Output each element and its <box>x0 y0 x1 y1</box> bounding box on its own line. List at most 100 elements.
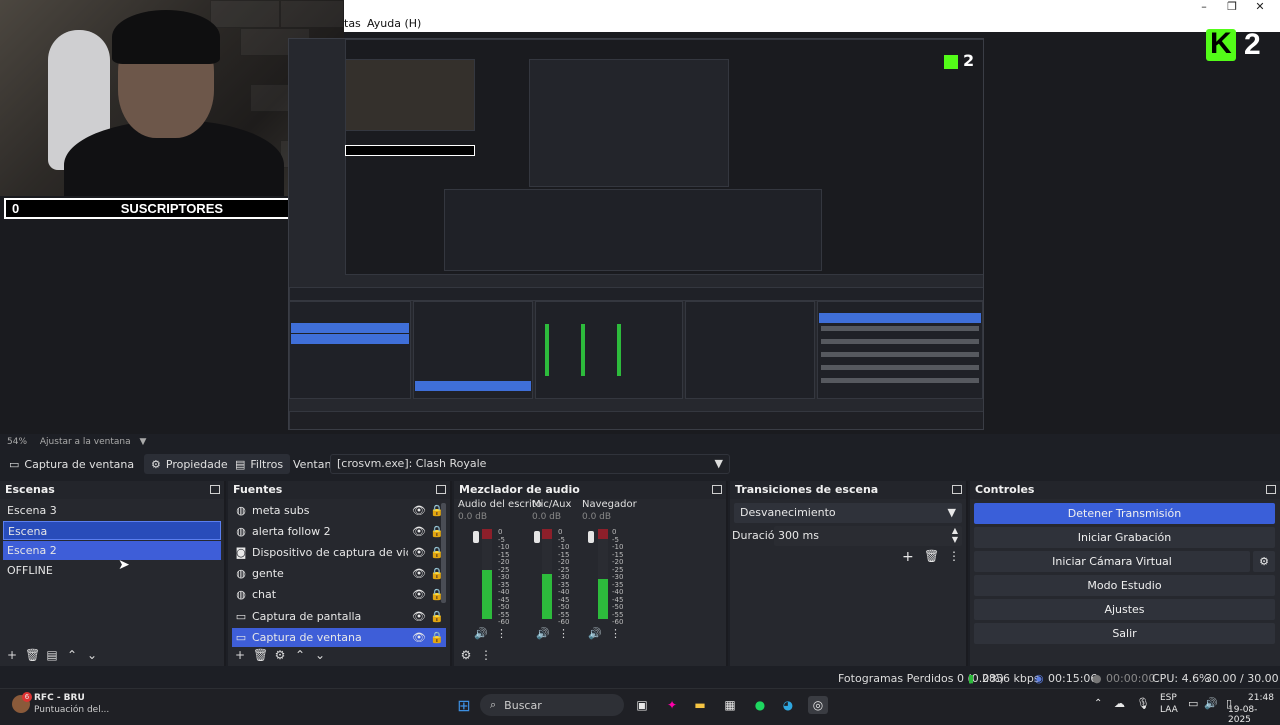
volume-fader[interactable] <box>588 531 594 543</box>
scene-item[interactable]: Escena 2 <box>3 541 221 560</box>
edge-icon[interactable]: ◕ <box>778 696 798 714</box>
eye-icon[interactable]: 👁 <box>412 588 426 601</box>
minimize-icon[interactable]: – <box>1196 0 1212 13</box>
chevron-down-icon[interactable]: ▼ <box>948 506 956 519</box>
more-icon[interactable]: ⋮ <box>558 627 569 640</box>
chevron-down-icon[interactable]: ⌄ <box>313 648 327 662</box>
speaker-icon[interactable]: 🔊 <box>474 627 488 640</box>
menu-item-help[interactable]: Ayuda (H) <box>367 17 421 30</box>
chevron-down-icon[interactable]: ⌄ <box>85 648 99 662</box>
mic-icon[interactable]: 🎙 <box>1136 697 1150 710</box>
eye-icon[interactable]: 👁 <box>412 567 426 580</box>
more-icon[interactable]: ⋮ <box>479 648 493 662</box>
duration-input[interactable]: 300 ms ▲ ▼ <box>774 526 962 546</box>
start-record-button[interactable]: Iniciar Grabación <box>974 527 1275 548</box>
eye-icon[interactable]: 👁 <box>412 610 426 623</box>
language-indicator[interactable]: ESP <box>1160 693 1177 703</box>
scale-tick: -60 <box>498 618 510 626</box>
mouse-cursor-icon: ➤ <box>118 557 130 573</box>
transitions-title: Transiciones de escena <box>730 481 966 499</box>
cloud-icon[interactable]: ☁ <box>1114 697 1125 710</box>
subs-current: 0 <box>12 201 20 216</box>
scene-item[interactable]: Escena 3 <box>3 501 221 520</box>
zoom-fit-dropdown[interactable]: Ajustar a la ventana <box>40 437 131 447</box>
meter-scale: 0 -5 -10 -15 -20 -25 -30 -35 -40 -45 -50 -55 -60 <box>558 528 569 627</box>
source-item[interactable]: ◍ alerta follow 2 👁 🔒 <box>232 522 446 541</box>
undock-icon[interactable] <box>436 485 446 494</box>
filter-icon[interactable]: ▤ <box>45 648 59 662</box>
source-item[interactable]: ◍ meta subs 👁 🔒 <box>232 501 446 520</box>
speaker-icon[interactable]: 🔊 <box>588 627 602 640</box>
windows-start-icon[interactable]: ⊞ <box>454 696 474 715</box>
trash-icon[interactable]: 🗑 <box>253 648 268 662</box>
spotify-icon[interactable]: ● <box>750 696 770 714</box>
preview-canvas[interactable]: – ❐ ✕ tas Ayuda (H) 0 SUSCRIPTORES 10 2 … <box>0 0 1280 434</box>
more-icon[interactable]: ⋮ <box>948 549 960 563</box>
more-icon[interactable]: ⋮ <box>610 627 621 640</box>
scene-item[interactable]: OFFLINE <box>3 561 221 580</box>
eye-icon[interactable]: 👁 <box>412 525 426 538</box>
gear-icon[interactable]: ⚙ <box>273 648 287 662</box>
scrollbar[interactable] <box>441 503 446 603</box>
lock-icon[interactable]: 🔒 <box>430 631 444 644</box>
undock-icon[interactable] <box>952 485 962 494</box>
clock-date[interactable]: 19-08-2025 <box>1228 705 1280 725</box>
sources-toolbar: + 🗑 ⚙ ⌃ ⌄ <box>228 644 450 666</box>
undock-icon[interactable] <box>210 485 220 494</box>
tray-chevron-icon[interactable]: ⌃ <box>1094 698 1102 709</box>
trash-icon[interactable]: 🗑 <box>924 549 939 563</box>
chevron-down-icon[interactable]: ▼ <box>715 457 723 470</box>
chevron-up-icon[interactable]: ⌃ <box>65 648 79 662</box>
volume-fader[interactable] <box>534 531 540 543</box>
widget-title[interactable]: RFC - BRU <box>34 693 85 703</box>
more-icon[interactable]: ⋮ <box>496 627 507 640</box>
obs-icon[interactable]: ◎ <box>808 696 828 714</box>
network-icon[interactable]: ▭ <box>1188 697 1198 710</box>
maximize-icon[interactable]: ❐ <box>1224 0 1240 13</box>
eye-icon[interactable]: 👁 <box>412 546 426 559</box>
chevron-down-icon[interactable]: ▼ <box>140 437 147 447</box>
settings-button[interactable]: Ajustes <box>974 599 1275 620</box>
add-icon[interactable]: + <box>5 648 19 662</box>
taskbar-search[interactable]: ⌕ Buscar <box>480 694 624 716</box>
transition-select[interactable]: Desvanecimiento ▼ <box>734 503 962 523</box>
source-item[interactable]: ◍ gente 👁 🔒 <box>232 564 446 583</box>
source-item[interactable]: ▭ Captura de pantalla 👁 🔒 <box>232 607 446 626</box>
stop-stream-button[interactable]: Detener Transmisión <box>974 503 1275 524</box>
volume-icon[interactable]: 🔊 <box>1204 697 1218 710</box>
virtual-camera-button[interactable]: Iniciar Cámara Virtual <box>974 551 1250 572</box>
scenes-toolbar: + 🗑 ▤ ⌃ ⌄ <box>0 644 224 666</box>
filters-button[interactable]: ▤ Filtros <box>228 454 291 474</box>
source-item[interactable]: ◍ chat 👁 🔒 <box>232 585 446 604</box>
add-icon[interactable]: + <box>902 549 914 565</box>
window-select[interactable]: [crosvm.exe]: Clash Royale ▼ <box>330 454 730 474</box>
properties-button[interactable]: ⚙ Propiedades <box>144 454 241 474</box>
scene-item[interactable]: Escena <box>3 521 221 540</box>
sources-title: Fuentes <box>228 481 450 499</box>
stepper-icon[interactable]: ▲ ▼ <box>952 526 958 544</box>
file-explorer-icon[interactable]: ▬ <box>690 696 710 714</box>
chevron-up-icon[interactable]: ⌃ <box>293 648 307 662</box>
undock-icon[interactable] <box>712 485 722 494</box>
clock-time[interactable]: 21:48 <box>1248 693 1274 703</box>
volume-fader[interactable] <box>473 531 479 543</box>
menu-item-tools[interactable]: tas <box>344 17 361 30</box>
eye-icon[interactable]: 👁 <box>412 631 426 644</box>
speaker-icon[interactable]: 🔊 <box>536 627 550 640</box>
task-view-icon[interactable]: ▣ <box>632 696 652 714</box>
layout-indicator[interactable]: LAA <box>1160 705 1178 715</box>
copilot-icon[interactable]: ✦ <box>662 696 682 714</box>
gear-icon[interactable]: ⚙ <box>459 648 473 662</box>
add-icon[interactable]: + <box>233 648 247 662</box>
source-item[interactable]: ◙ Dispositivo de captura de video 2 👁 🔒 <box>232 543 446 562</box>
trash-icon[interactable]: 🗑 <box>25 648 40 662</box>
lock-icon[interactable]: 🔒 <box>430 610 444 623</box>
close-icon[interactable]: ✕ <box>1252 0 1268 13</box>
eye-icon[interactable]: 👁 <box>412 504 426 517</box>
exit-button[interactable]: Salir <box>974 623 1275 644</box>
studio-mode-button[interactable]: Modo Estudio <box>974 575 1275 596</box>
virtual-camera-settings[interactable]: ⚙ <box>1253 551 1275 572</box>
mixer-dock: Mezclador de audio Audio del escrito 0.0… <box>454 481 728 666</box>
undock-icon[interactable] <box>1266 485 1276 494</box>
store-icon[interactable]: ▦ <box>720 696 740 714</box>
